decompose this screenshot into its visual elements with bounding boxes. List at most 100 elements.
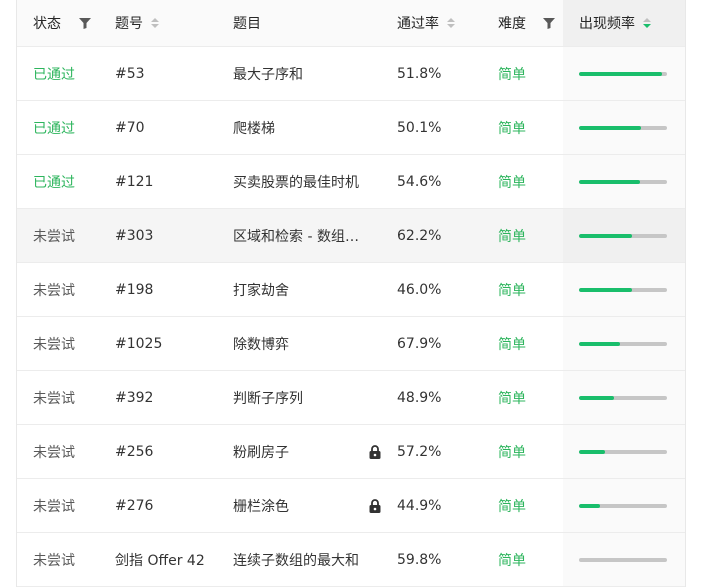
difficulty-cell: 简单	[482, 101, 563, 154]
sort-icon[interactable]	[643, 18, 651, 28]
status-text: 已通过	[33, 174, 75, 191]
problem-id: #70	[115, 119, 145, 136]
difficulty-badge: 简单	[498, 282, 526, 299]
id-cell: 剑指 Offer 42	[99, 533, 217, 586]
status-text: 已通过	[33, 66, 75, 83]
rate-cell: 51.8%	[381, 47, 482, 100]
table-row[interactable]: 已通过 #121 买卖股票的最佳时机 54.6% 简单	[17, 155, 685, 209]
status-text: 未尝试	[33, 228, 75, 245]
problem-id: #256	[115, 443, 154, 460]
problem-title-link[interactable]: 区域和检索 - 数组不可变	[233, 226, 359, 246]
id-cell: #70	[99, 101, 217, 154]
problem-title-link[interactable]: 栅栏涂色	[233, 496, 289, 516]
id-cell: #53	[99, 47, 217, 100]
header-difficulty[interactable]: 难度	[482, 0, 563, 46]
difficulty-cell: 简单	[482, 371, 563, 424]
id-cell: #392	[99, 371, 217, 424]
problem-title-link[interactable]: 粉刷房子	[233, 442, 289, 462]
acceptance-rate: 59.8%	[397, 551, 442, 568]
acceptance-rate: 51.8%	[397, 65, 442, 82]
frequency-bar	[579, 287, 667, 292]
acceptance-rate: 46.0%	[397, 281, 442, 298]
status-cell: 未尝试	[17, 371, 99, 424]
title-cell[interactable]: 粉刷房子	[217, 425, 381, 478]
title-cell[interactable]: 区域和检索 - 数组不可变	[217, 209, 381, 262]
title-cell[interactable]: 爬楼梯	[217, 101, 381, 154]
table-row[interactable]: 未尝试 #256 粉刷房子 57.2% 简单	[17, 425, 685, 479]
filter-icon[interactable]	[543, 18, 555, 29]
title-cell[interactable]: 买卖股票的最佳时机	[217, 155, 381, 208]
acceptance-rate: 44.9%	[397, 497, 442, 514]
title-cell[interactable]: 判断子序列	[217, 371, 381, 424]
frequency-cell	[563, 155, 685, 208]
title-cell[interactable]: 打家劫舍	[217, 263, 381, 316]
difficulty-badge: 简单	[498, 120, 526, 137]
status-text: 已通过	[33, 120, 75, 137]
title-cell[interactable]: 除数博弈	[217, 317, 381, 370]
id-cell: #256	[99, 425, 217, 478]
table-row[interactable]: 未尝试 #303 区域和检索 - 数组不可变 62.2% 简单	[17, 209, 685, 263]
table-body: 已通过 #53 最大子序和 51.8% 简单 已通过 #70 爬楼梯 50.1%	[17, 47, 685, 587]
frequency-bar	[579, 125, 667, 130]
frequency-cell	[563, 425, 685, 478]
table-row[interactable]: 已通过 #70 爬楼梯 50.1% 简单	[17, 101, 685, 155]
header-rate[interactable]: 通过率	[381, 0, 482, 46]
header-frequency[interactable]: 出现频率	[563, 0, 685, 46]
rate-cell: 59.8%	[381, 533, 482, 586]
problem-id: #392	[115, 389, 154, 406]
table-row[interactable]: 未尝试 #276 栅栏涂色 44.9% 简单	[17, 479, 685, 533]
header-status[interactable]: 状态	[17, 0, 99, 46]
difficulty-badge: 简单	[498, 444, 526, 461]
difficulty-cell: 简单	[482, 47, 563, 100]
problem-title-link[interactable]: 连续子数组的最大和	[233, 550, 359, 570]
frequency-bar	[579, 557, 667, 562]
table-row[interactable]: 未尝试 #392 判断子序列 48.9% 简单	[17, 371, 685, 425]
title-cell[interactable]: 栅栏涂色	[217, 479, 381, 532]
table-row[interactable]: 未尝试 #198 打家劫舍 46.0% 简单	[17, 263, 685, 317]
rate-cell: 54.6%	[381, 155, 482, 208]
frequency-bar	[579, 71, 667, 76]
problem-title-link[interactable]: 买卖股票的最佳时机	[233, 172, 359, 192]
difficulty-cell: 简单	[482, 317, 563, 370]
problem-title-link[interactable]: 爬楼梯	[233, 118, 275, 138]
frequency-bar-fill	[579, 395, 615, 400]
problem-title-link[interactable]: 判断子序列	[233, 388, 303, 408]
status-text: 未尝试	[33, 552, 75, 569]
sort-icon[interactable]	[151, 18, 159, 28]
title-cell[interactable]: 连续子数组的最大和	[217, 533, 381, 586]
status-text: 未尝试	[33, 390, 75, 407]
rate-cell: 62.2%	[381, 209, 482, 262]
acceptance-rate: 62.2%	[397, 227, 442, 244]
difficulty-cell: 简单	[482, 425, 563, 478]
difficulty-badge: 简单	[498, 336, 526, 353]
difficulty-badge: 简单	[498, 552, 526, 569]
header-rate-label: 通过率	[397, 16, 439, 32]
status-cell: 已通过	[17, 47, 99, 100]
acceptance-rate: 57.2%	[397, 443, 442, 460]
problem-title-link[interactable]: 打家劫舍	[233, 280, 289, 300]
table-row[interactable]: 已通过 #53 最大子序和 51.8% 简单	[17, 47, 685, 101]
status-text: 未尝试	[33, 282, 75, 299]
id-cell: #198	[99, 263, 217, 316]
frequency-cell	[563, 533, 685, 586]
frequency-bar	[579, 503, 667, 508]
header-id[interactable]: 题号	[99, 0, 217, 46]
table-row[interactable]: 未尝试 剑指 Offer 42 连续子数组的最大和 59.8% 简单	[17, 533, 685, 587]
problem-title-link[interactable]: 最大子序和	[233, 64, 303, 84]
table-row[interactable]: 未尝试 #1025 除数博弈 67.9% 简单	[17, 317, 685, 371]
difficulty-badge: 简单	[498, 66, 526, 83]
problem-table: 状态 题号 题目 通过率 难度 出现频率 已通过 #53 最大子序和 51.8%…	[16, 0, 686, 587]
frequency-bar-fill	[579, 449, 605, 454]
sort-icon[interactable]	[447, 18, 455, 28]
id-cell: #303	[99, 209, 217, 262]
problem-title-link[interactable]: 除数博弈	[233, 334, 289, 354]
filter-icon[interactable]	[79, 18, 91, 29]
id-cell: #276	[99, 479, 217, 532]
frequency-bar-fill	[579, 179, 640, 184]
difficulty-cell: 简单	[482, 263, 563, 316]
status-cell: 未尝试	[17, 479, 99, 532]
frequency-cell	[563, 317, 685, 370]
lock-icon	[369, 444, 381, 459]
title-cell[interactable]: 最大子序和	[217, 47, 381, 100]
frequency-bar-fill	[579, 341, 621, 346]
